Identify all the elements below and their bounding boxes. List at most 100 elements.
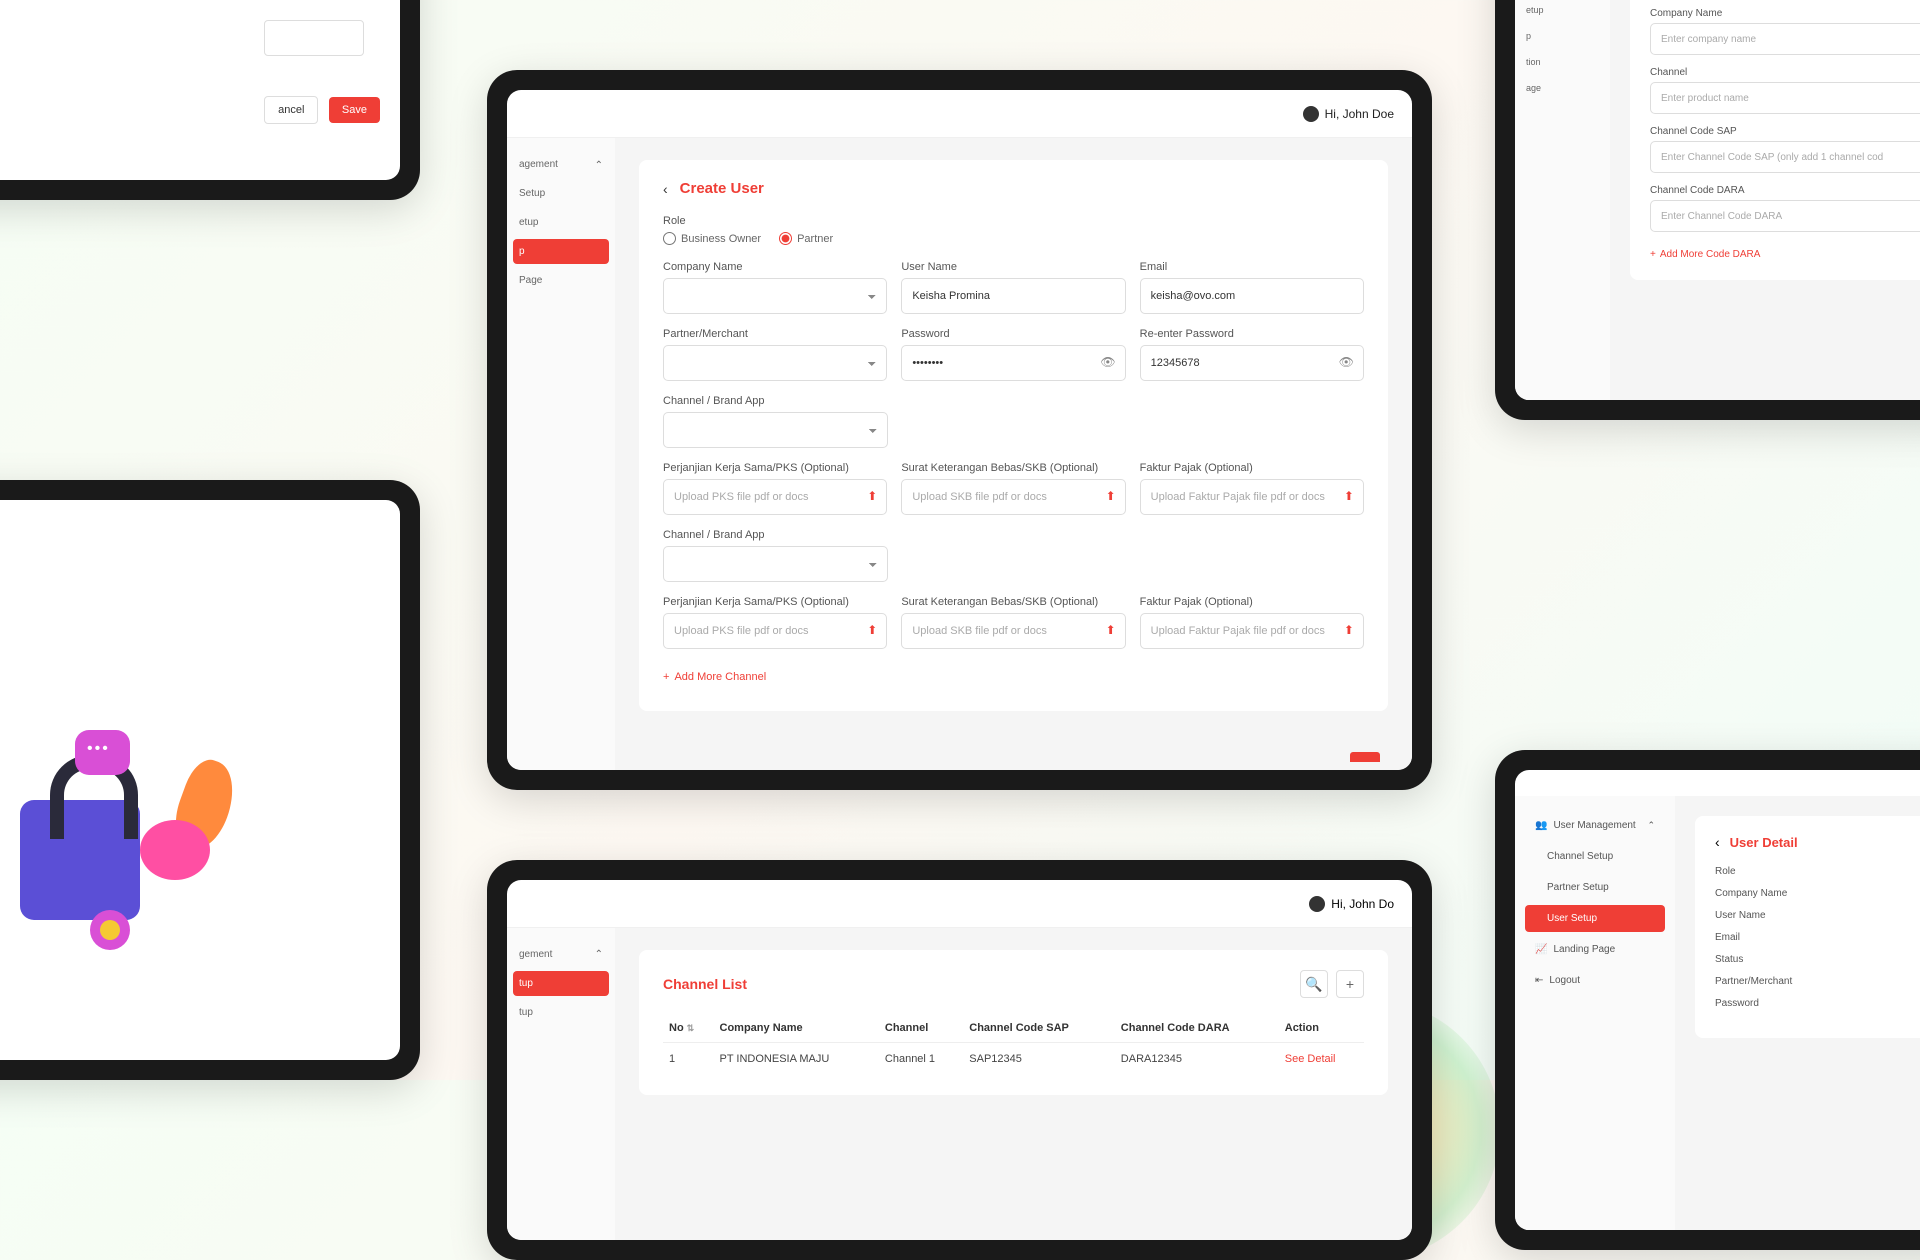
security-illustration	[0, 620, 280, 1000]
upload-icon[interactable]: ⬆	[1344, 623, 1354, 637]
page-title: Create User	[680, 180, 764, 197]
password-input[interactable]	[901, 345, 1125, 381]
logout-icon: ⇤	[1535, 975, 1543, 986]
upload-icon[interactable]: ⬆	[1106, 489, 1116, 503]
skb-label: Surat Keterangan Bebas/SKB (Optional)	[901, 462, 1125, 474]
add-button[interactable]: +	[1336, 970, 1364, 998]
pks-label: Perjanjian Kerja Sama/PKS (Optional)	[663, 462, 887, 474]
sidebar-item-user-setup[interactable]: User Setup	[1525, 905, 1665, 932]
app-header: Hi, John Doe	[507, 90, 1412, 138]
cancel-button[interactable]: ancel	[264, 96, 318, 124]
upload-icon[interactable]: ⬆	[1106, 623, 1116, 637]
avatar-icon	[1303, 106, 1319, 122]
company-name-label: Company Name	[663, 261, 887, 273]
upload-icon[interactable]: ⬆	[867, 623, 877, 637]
sidebar-item-logout[interactable]: ⇤Logout	[1525, 967, 1665, 994]
col-no[interactable]: No⇅	[663, 1014, 714, 1043]
table-row: 1 PT INDONESIA MAJU Channel 1 SAP12345 D…	[663, 1043, 1364, 1076]
chevron-up-icon: ⌃	[1647, 820, 1655, 831]
username-input[interactable]	[901, 278, 1125, 314]
sidebar-item-active[interactable]: p	[513, 239, 609, 264]
chevron-up-icon: ⌃	[595, 160, 603, 171]
channel-input[interactable]	[1650, 82, 1920, 114]
reenter-password-input[interactable]	[1140, 345, 1364, 381]
col-company: Company Name	[714, 1014, 879, 1043]
channel-brand-select-2[interactable]	[663, 546, 888, 582]
search-icon[interactable]: 🔍	[1300, 970, 1328, 998]
sidebar-item[interactable]: agement⌃	[513, 152, 609, 177]
sidebar-item[interactable]: age	[1521, 77, 1604, 99]
pks-upload[interactable]	[663, 479, 887, 515]
plus-icon: +	[663, 671, 669, 683]
add-more-code-button[interactable]: +Add More Code DARA	[1650, 249, 1760, 260]
eye-off-icon[interactable]: 👁	[1100, 355, 1115, 369]
detail-label: Password	[1715, 998, 1920, 1009]
partner-merchant-label: Partner/Merchant	[663, 328, 887, 340]
eye-icon[interactable]: 👁	[1339, 355, 1354, 369]
code-dara-input[interactable]	[1650, 200, 1920, 232]
sidebar-item-partner-setup[interactable]: Partner Setup	[1525, 874, 1665, 901]
upload-icon[interactable]: ⬆	[867, 489, 877, 503]
sort-icon: ⇅	[687, 1023, 695, 1033]
col-action: Action	[1279, 1014, 1364, 1043]
upload-icon[interactable]: ⬆	[1344, 489, 1354, 503]
back-icon[interactable]: ‹	[663, 181, 668, 197]
company-name-label: Company Name	[1650, 8, 1920, 19]
sidebar-item[interactable]: etup	[513, 210, 609, 235]
sidebar-item[interactable]: tup	[513, 1000, 609, 1025]
sidebar-item[interactable]: p	[1521, 25, 1604, 47]
sidebar-item[interactable]: gement⌃	[513, 942, 609, 967]
sidebar-item-channel-setup[interactable]: Channel Setup	[1525, 843, 1665, 870]
pks-upload-2[interactable]	[663, 613, 887, 649]
skb-upload[interactable]	[901, 479, 1125, 515]
submit-button-peek[interactable]	[1350, 752, 1380, 762]
sidebar: 👥User Management⌃ Channel Setup Partner …	[1515, 796, 1675, 1230]
channel-brand-label: Channel / Brand App	[663, 395, 888, 407]
col-dara: Channel Code DARA	[1115, 1014, 1279, 1043]
col-channel: Channel	[879, 1014, 963, 1043]
sidebar-item-active[interactable]: tup	[513, 971, 609, 996]
radio-partner[interactable]: Partner	[779, 232, 833, 245]
sidebar-item[interactable]: Page	[513, 268, 609, 293]
skb-label-2: Surat Keterangan Bebas/SKB (Optional)	[901, 596, 1125, 608]
tablet-channel-list: Hi, John Do gement⌃ tup tup Channel List…	[487, 860, 1432, 1260]
faktur-upload-2[interactable]	[1140, 613, 1364, 649]
page-title: Channel List	[663, 976, 747, 992]
company-name-input[interactable]	[1650, 23, 1920, 55]
skb-upload-2[interactable]	[901, 613, 1125, 649]
pks-label-2: Perjanjian Kerja Sama/PKS (Optional)	[663, 596, 887, 608]
sidebar-item[interactable]: Setup	[513, 181, 609, 206]
email-input[interactable]	[1140, 278, 1364, 314]
code-dara-label: Channel Code DARA	[1650, 185, 1920, 196]
company-name-select[interactable]	[663, 278, 887, 314]
code-sap-label: Channel Code SAP	[1650, 126, 1920, 137]
radio-business-owner[interactable]: Business Owner	[663, 232, 761, 245]
channel-brand-label-2: Channel / Brand App	[663, 529, 888, 541]
partner-merchant-select[interactable]	[663, 345, 887, 381]
avatar-icon	[1309, 896, 1325, 912]
add-more-channel-button[interactable]: +Add More Channel	[663, 663, 766, 691]
back-icon[interactable]: ‹	[1715, 834, 1720, 850]
sidebar-item-user-management[interactable]: 👥User Management⌃	[1525, 812, 1665, 839]
save-button[interactable]: Save	[329, 97, 380, 123]
faktur-upload[interactable]	[1140, 479, 1364, 515]
sidebar: agement⌃ Setup etup p Page	[507, 138, 615, 770]
sidebar: agement⌃ etup etup p tion age	[1515, 0, 1610, 400]
code-sap-input[interactable]	[1650, 141, 1920, 173]
faktur-label: Faktur Pajak (Optional)	[1140, 462, 1364, 474]
username-label: User Name	[901, 261, 1125, 273]
see-detail-link[interactable]: See Detail	[1285, 1053, 1336, 1065]
password-label: Password	[901, 328, 1125, 340]
greeting-text: Hi, John Do	[1331, 897, 1394, 911]
sidebar-item[interactable]: tion	[1521, 51, 1604, 73]
app-header: Hi, John Do	[507, 880, 1412, 928]
sidebar-item-landing-page[interactable]: 📈Landing Page	[1525, 936, 1665, 963]
tablet-register-channel: agement⌃ etup etup p tion age ‹ Register…	[1495, 0, 1920, 420]
channel-brand-select[interactable]	[663, 412, 888, 448]
reenter-password-label: Re-enter Password	[1140, 328, 1364, 340]
plus-icon: +	[1650, 249, 1656, 260]
detail-label: Status	[1715, 954, 1920, 965]
detail-label: Email	[1715, 932, 1920, 943]
text-input[interactable]	[264, 20, 364, 56]
sidebar-item[interactable]: etup	[1521, 0, 1604, 21]
